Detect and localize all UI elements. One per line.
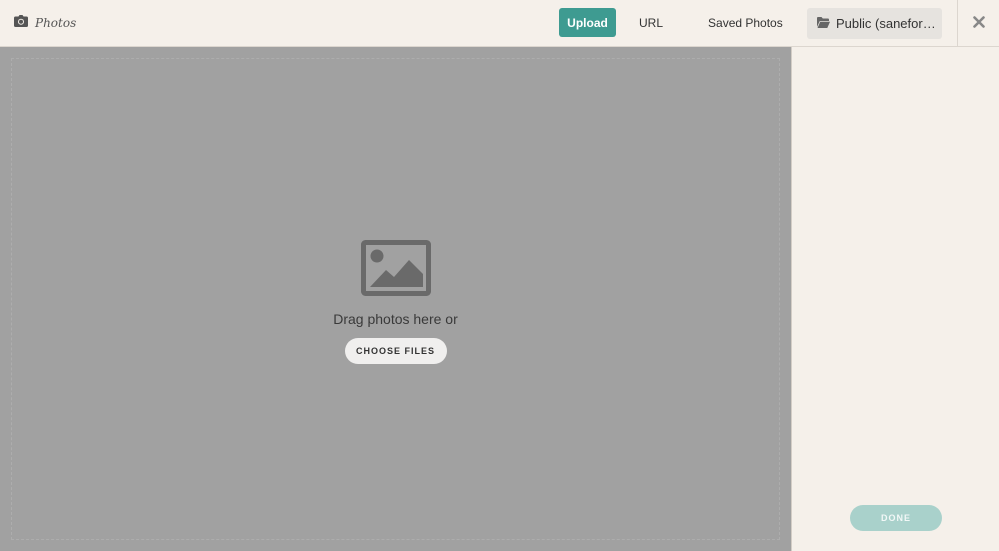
done-button[interactable]: DONE bbox=[850, 505, 942, 531]
selection-sidebar: DONE bbox=[791, 47, 999, 551]
source-tabs: Upload URL Saved Photos bbox=[559, 8, 795, 37]
image-icon bbox=[360, 240, 431, 301]
close-icon bbox=[972, 15, 985, 33]
header-bar: Photos Upload URL Saved Photos Public (s… bbox=[0, 0, 999, 47]
camera-icon bbox=[14, 14, 28, 32]
brand-label: Photos bbox=[35, 16, 77, 30]
tab-url[interactable]: URL bbox=[627, 8, 675, 37]
folder-label: Public (saneforu... bbox=[836, 16, 936, 31]
tab-upload[interactable]: Upload bbox=[559, 8, 616, 37]
close-button[interactable] bbox=[957, 0, 999, 47]
brand: Photos bbox=[14, 14, 76, 32]
folder-select-button[interactable]: Public (saneforu... bbox=[807, 8, 942, 39]
tab-saved-photos[interactable]: Saved Photos bbox=[696, 8, 795, 37]
photo-picker-dialog: Photos Upload URL Saved Photos Public (s… bbox=[0, 0, 999, 551]
choose-files-button[interactable]: CHOOSE FILES bbox=[344, 338, 447, 364]
folder-open-icon bbox=[817, 15, 830, 33]
drag-instructions: Drag photos here or bbox=[333, 311, 458, 327]
upload-area[interactable]: Drag photos here or CHOOSE FILES bbox=[0, 47, 791, 551]
drop-prompt: Drag photos here or CHOOSE FILES bbox=[0, 240, 791, 364]
